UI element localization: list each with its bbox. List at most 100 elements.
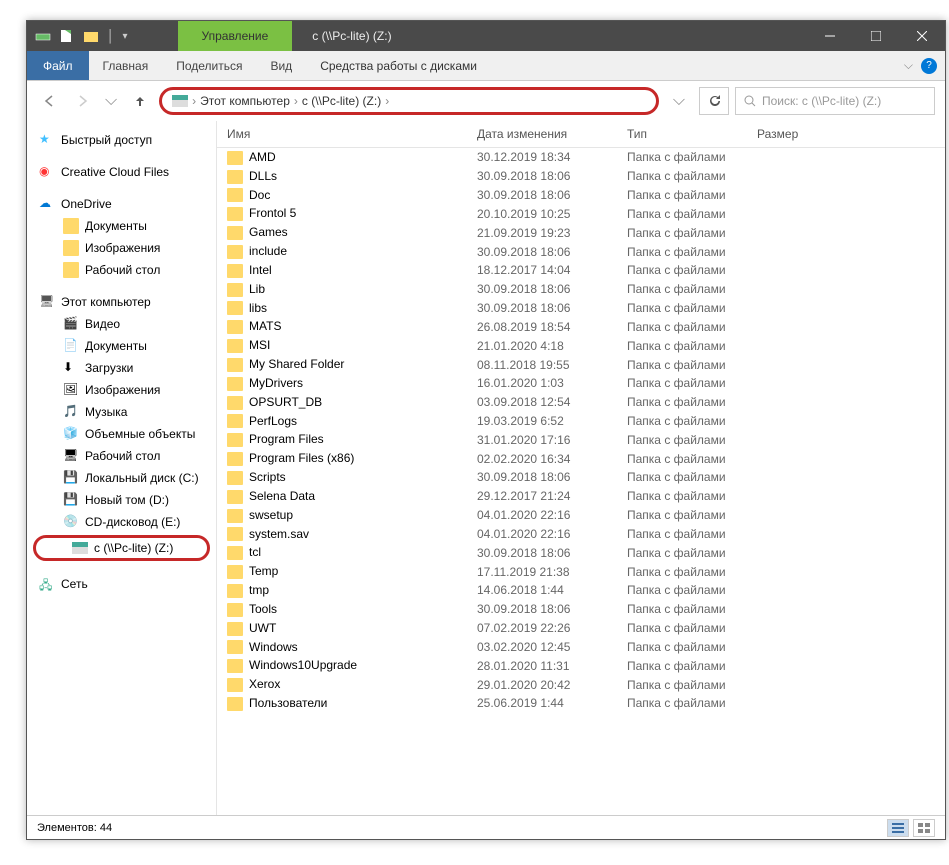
qat-separator: │ <box>107 29 115 43</box>
folder-icon <box>227 320 243 334</box>
list-item[interactable]: include30.09.2018 18:06Папка с файлами <box>217 242 945 261</box>
item-icon: 🎵 <box>63 404 79 420</box>
list-item[interactable]: PerfLogs19.03.2019 6:52Папка с файлами <box>217 412 945 431</box>
list-item[interactable]: AMD30.12.2019 18:34Папка с файлами <box>217 148 945 167</box>
sidebar-item[interactable]: Изображения <box>27 237 216 259</box>
chevron-right-icon[interactable]: › <box>192 94 196 108</box>
list-item[interactable]: My Shared Folder08.11.2018 19:55Папка с … <box>217 355 945 374</box>
nav-back-button[interactable] <box>37 88 63 114</box>
properties-icon[interactable] <box>59 28 75 44</box>
sidebar-label: Объемные объекты <box>85 427 195 441</box>
new-folder-icon[interactable] <box>83 28 99 44</box>
column-date[interactable]: Дата изменения <box>467 121 617 147</box>
list-item[interactable]: swsetup04.01.2020 22:16Папка с файлами <box>217 506 945 525</box>
ribbon-tab-home[interactable]: Главная <box>89 51 163 80</box>
view-details-button[interactable] <box>887 819 909 837</box>
nav-up-button[interactable] <box>127 88 153 114</box>
sidebar-network-drive[interactable]: c (\\Pc-lite) (Z:) <box>33 535 210 561</box>
sidebar-item[interactable]: 💾Новый том (D:) <box>27 489 216 511</box>
list-item[interactable]: Selena Data29.12.2017 21:24Папка с файла… <box>217 487 945 506</box>
sidebar-item[interactable]: 💿CD-дисковод (E:) <box>27 511 216 533</box>
item-icon: 🖼 <box>63 382 79 398</box>
ribbon-tab-view[interactable]: Вид <box>256 51 306 80</box>
view-thumbnails-button[interactable] <box>913 819 935 837</box>
ribbon-collapse-icon[interactable]: ⌵ <box>904 58 913 73</box>
list-item[interactable]: Windows10Upgrade28.01.2020 11:31Папка с … <box>217 656 945 675</box>
list-item[interactable]: Lib30.09.2018 18:06Папка с файлами <box>217 280 945 299</box>
chevron-right-icon[interactable]: › <box>385 94 389 108</box>
item-icon: 🧊 <box>63 426 79 442</box>
breadcrumb-drive[interactable]: c (\\Pc-lite) (Z:) <box>302 94 381 108</box>
content-area: ★ Быстрый доступ ◉ Creative Cloud Files … <box>27 121 945 815</box>
sidebar-item[interactable]: Рабочий стол <box>27 259 216 281</box>
item-icon: 🎬 <box>63 316 79 332</box>
column-name[interactable]: Имя <box>217 121 467 147</box>
list-item[interactable]: Xerox29.01.2020 20:42Папка с файлами <box>217 675 945 694</box>
sidebar-item[interactable]: 🎵Музыка <box>27 401 216 423</box>
minimize-button[interactable] <box>807 21 853 51</box>
list-item[interactable]: Temp17.11.2019 21:38Папка с файлами <box>217 562 945 581</box>
sidebar-item[interactable]: 🖥Рабочий стол <box>27 445 216 467</box>
address-dropdown-icon[interactable]: ⌵ <box>665 92 693 110</box>
sidebar-label: Документы <box>85 219 147 233</box>
folder-icon <box>227 452 243 466</box>
folder-icon <box>227 471 243 485</box>
list-item[interactable]: Program Files31.01.2020 17:16Папка с фай… <box>217 430 945 449</box>
list-item[interactable]: MyDrivers16.01.2020 1:03Папка с файлами <box>217 374 945 393</box>
sidebar-item[interactable]: 🧊 Объемные объекты <box>27 423 216 445</box>
folder-icon <box>227 527 243 541</box>
chevron-right-icon[interactable]: › <box>294 94 298 108</box>
list-item[interactable]: DLLs30.09.2018 18:06Папка с файлами <box>217 167 945 186</box>
column-size[interactable]: Размер <box>747 121 827 147</box>
folder-icon <box>227 414 243 428</box>
list-item[interactable]: Games21.09.2019 19:23Папка с файлами <box>217 223 945 242</box>
list-item[interactable]: Frontol 520.10.2019 10:25Папка с файлами <box>217 204 945 223</box>
breadcrumb-this-pc[interactable]: Этот компьютер <box>200 94 290 108</box>
search-input[interactable]: Поиск: c (\\Pc-lite) (Z:) <box>735 87 935 115</box>
sidebar-quick-access[interactable]: ★ Быстрый доступ <box>27 129 216 151</box>
sidebar-label: Рабочий стол <box>85 449 160 463</box>
list-item[interactable]: UWT07.02.2019 22:26Папка с файлами <box>217 619 945 638</box>
help-icon[interactable]: ? <box>921 58 937 74</box>
sidebar-item[interactable]: 📄Документы <box>27 335 216 357</box>
sidebar-onedrive[interactable]: ☁ OneDrive <box>27 193 216 215</box>
list-item[interactable]: Program Files (x86)02.02.2020 16:34Папка… <box>217 449 945 468</box>
refresh-button[interactable] <box>699 87 729 115</box>
sidebar-item[interactable]: ⬇Загрузки <box>27 357 216 379</box>
nav-history-dropdown[interactable]: ⌵ <box>101 92 121 110</box>
list-item[interactable]: Intel18.12.2017 14:04Папка с файлами <box>217 261 945 280</box>
maximize-button[interactable] <box>853 21 899 51</box>
breadcrumb-bar[interactable]: › Этот компьютер › c (\\Pc-lite) (Z:) › <box>159 87 659 115</box>
close-button[interactable] <box>899 21 945 51</box>
sidebar-this-pc[interactable]: 🖥 Этот компьютер <box>27 291 216 313</box>
sidebar-network[interactable]: 🖧 Сеть <box>27 573 216 595</box>
sidebar-item[interactable]: 🎬Видео <box>27 313 216 335</box>
sidebar-item[interactable]: Документы <box>27 215 216 237</box>
list-item[interactable]: tcl30.09.2018 18:06Папка с файлами <box>217 543 945 562</box>
ribbon-tab-share[interactable]: Поделиться <box>162 51 256 80</box>
list-item[interactable]: Tools30.09.2018 18:06Папка с файлами <box>217 600 945 619</box>
list-item[interactable]: libs30.09.2018 18:06Папка с файлами <box>217 299 945 318</box>
folder-icon <box>227 151 243 165</box>
ribbon-tab-drive-tools[interactable]: Средства работы с дисками <box>306 51 491 80</box>
list-item[interactable]: system.sav04.01.2020 22:16Папка с файлам… <box>217 525 945 544</box>
sidebar-creative-cloud[interactable]: ◉ Creative Cloud Files <box>27 161 216 183</box>
sidebar-item[interactable]: 💾Локальный диск (C:) <box>27 467 216 489</box>
list-item[interactable]: OPSURT_DB03.09.2018 12:54Папка с файлами <box>217 393 945 412</box>
list-item[interactable]: Пользователи25.06.2019 1:44Папка с файла… <box>217 694 945 713</box>
sidebar-item[interactable]: 🖼Изображения <box>27 379 216 401</box>
folder-icon <box>227 226 243 240</box>
qat-dropdown-icon[interactable]: ▾ <box>123 31 128 42</box>
list-item[interactable]: Doc30.09.2018 18:06Папка с файлами <box>217 186 945 205</box>
list-item[interactable]: MSI21.01.2020 4:18Папка с файлами <box>217 336 945 355</box>
list-item[interactable]: tmp14.06.2018 1:44Папка с файлами <box>217 581 945 600</box>
list-item[interactable]: Windows03.02.2020 12:45Папка с файлами <box>217 638 945 657</box>
folder-icon <box>227 697 243 711</box>
nav-forward-button[interactable] <box>69 88 95 114</box>
context-tab-header: Управление <box>178 21 293 51</box>
titlebar: │ ▾ Управление c (\\Pc-lite) (Z:) <box>27 21 945 51</box>
column-type[interactable]: Тип <box>617 121 747 147</box>
list-item[interactable]: Scripts30.09.2018 18:06Папка с файлами <box>217 468 945 487</box>
ribbon-file-tab[interactable]: Файл <box>27 51 89 80</box>
list-item[interactable]: MATS26.08.2019 18:54Папка с файлами <box>217 317 945 336</box>
